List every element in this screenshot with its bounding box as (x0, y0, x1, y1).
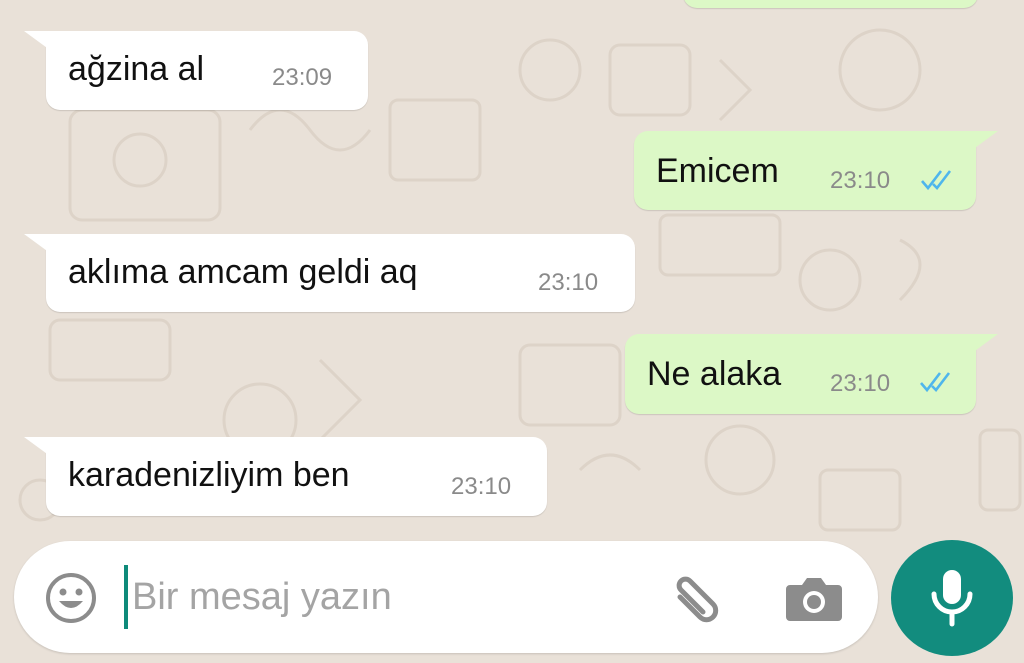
message-time: 23:10 (830, 370, 891, 397)
message-text: Ne alaka (647, 355, 782, 393)
message-bubble-incoming[interactable]: karadenizliyim ben 23:10 (24, 437, 547, 516)
message-input-placeholder[interactable]: Bir mesaj yazın (132, 576, 392, 619)
camera-icon[interactable] (784, 571, 844, 625)
double-check-read-icon (921, 170, 952, 191)
bubble-tail (968, 131, 998, 153)
message-time: 23:10 (451, 473, 512, 500)
text-cursor (124, 565, 128, 629)
message-text: ağzina al (68, 50, 205, 88)
message-text: Emicem (656, 152, 779, 190)
message-bubble-outgoing-cropped[interactable] (683, 0, 978, 8)
voice-record-button[interactable] (891, 540, 1013, 656)
bubble-tail (24, 234, 54, 256)
message-time: 23:09 (272, 64, 333, 91)
bubble-tail (24, 31, 54, 53)
paperclip-icon[interactable] (664, 567, 728, 631)
smiley-icon[interactable] (44, 571, 98, 625)
message-text: aklıma amcam geldi aq (68, 253, 418, 291)
message-bubble-outgoing[interactable]: Emicem 23:10 (634, 131, 998, 210)
double-check-read-icon (920, 372, 951, 393)
message-input-bar[interactable]: Bir mesaj yazın (14, 541, 878, 653)
message-bubble-incoming[interactable]: ağzina al 23:09 (24, 31, 368, 110)
bubble-tail (24, 437, 54, 459)
message-text: karadenizliyim ben (68, 456, 350, 494)
message-bubble-outgoing[interactable]: Ne alaka 23:10 (625, 334, 998, 414)
bubble-tail (968, 334, 998, 356)
message-bubble-incoming[interactable]: aklıma amcam geldi aq 23:10 (24, 234, 635, 312)
message-time: 23:10 (830, 167, 891, 194)
microphone-icon (931, 570, 973, 627)
message-time: 23:10 (538, 269, 599, 296)
